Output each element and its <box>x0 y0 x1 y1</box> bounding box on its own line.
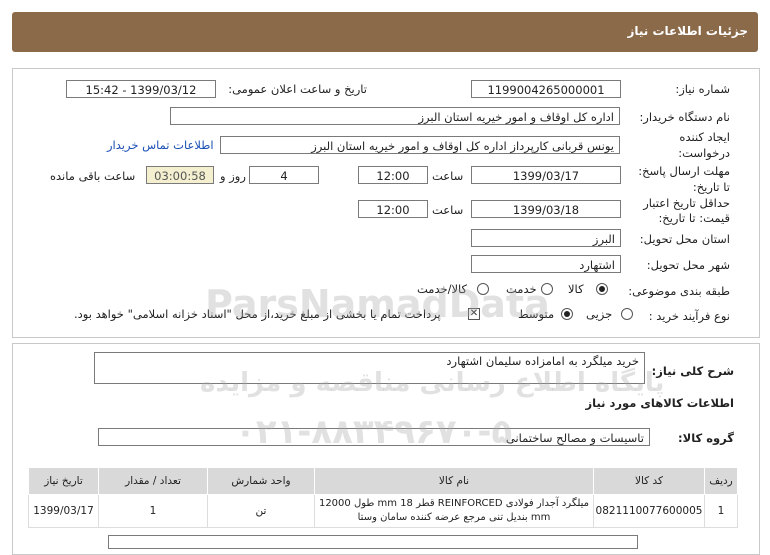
category-service-label: خدمت <box>506 282 537 296</box>
process-medium-label: متوسط <box>518 307 555 321</box>
deadline-date-field[interactable]: 1399/03/17 <box>471 166 621 184</box>
cell-unit: تن <box>207 494 315 528</box>
process-label: نوع فرآیند خرید : <box>648 309 730 323</box>
creator-field[interactable]: یونس قربانی کارپرداز اداره کل اوقاف و ام… <box>220 136 620 154</box>
category-service-radio[interactable] <box>541 283 553 295</box>
goods-table-header: ردیف کد کالا نام کالا واحد شمارش تعداد /… <box>28 467 738 495</box>
table-row[interactable]: 1 0821110077600005 میلگرد آجدار فولادی R… <box>28 494 738 528</box>
buyer-org-label: نام دستگاه خریدار: <box>639 110 730 124</box>
need-number-field[interactable]: 1199004265000001 <box>471 80 621 98</box>
goods-group-label: گروه کالا: <box>678 431 734 445</box>
col-date: تاریخ نیاز <box>28 467 99 495</box>
summary-label: شرح کلی نیاز: <box>651 364 734 378</box>
payment-note: پرداخت تمام یا بخشی از مبلغ خرید،از محل … <box>74 307 441 321</box>
days-field[interactable]: 4 <box>249 166 319 184</box>
col-row: ردیف <box>704 467 738 495</box>
days-label: روز و <box>220 169 246 183</box>
goods-table: ردیف کد کالا نام کالا واحد شمارش تعداد /… <box>28 467 738 528</box>
validity-time-field[interactable]: 12:00 <box>358 200 428 218</box>
description-field-partial[interactable] <box>108 535 638 549</box>
validity-label-2: قیمت: تا تاریخ: <box>658 211 730 225</box>
creator-label-2: درخواست: <box>678 146 730 160</box>
city-label: شهر محل تحویل: <box>646 258 730 272</box>
announce-field[interactable]: 1399/03/12 - 15:42 <box>66 80 216 98</box>
goods-info-title: اطلاعات کالاهای مورد نیاز <box>585 396 734 410</box>
cell-code: 0821110077600005 <box>593 494 705 528</box>
deadline-label-1: مهلت ارسال پاسخ: <box>638 164 730 178</box>
province-field[interactable]: البرز <box>471 229 621 247</box>
page-title: جزئیات اطلاعات نیاز <box>627 24 748 38</box>
remaining-time-field: 03:00:58 <box>146 166 214 184</box>
deadline-time-label: ساعت <box>432 169 464 183</box>
city-field[interactable]: اشتهارد <box>471 255 621 273</box>
col-qty: تعداد / مقدار <box>98 467 208 495</box>
deadline-time-field[interactable]: 12:00 <box>358 166 428 184</box>
cell-row: 1 <box>704 494 738 528</box>
process-minor-radio[interactable] <box>621 308 633 320</box>
category-label: طبقه بندی موضوعی: <box>628 284 730 298</box>
validity-date-field[interactable]: 1399/03/18 <box>471 200 621 218</box>
creator-label-1: ایجاد کننده <box>679 130 730 144</box>
cell-name-line2: mm بندیل تنی مرجع عرضه کننده سامان وستا <box>357 512 551 523</box>
process-medium-radio[interactable] <box>561 308 573 320</box>
col-unit: واحد شمارش <box>207 467 315 495</box>
category-goods-radio[interactable] <box>596 283 608 295</box>
category-goods-service-radio[interactable] <box>477 283 489 295</box>
cell-qty: 1 <box>98 494 208 528</box>
category-goods-service-label: کالا/خدمت <box>417 282 468 296</box>
goods-group-field[interactable]: تاسیسات و مصالح ساختمانی <box>98 428 650 446</box>
deadline-label-2: تا تاریخ: <box>692 180 730 194</box>
summary-field[interactable]: خرید میلگرد به امامزاده سلیمان اشتهارد <box>94 352 645 384</box>
page-header: جزئیات اطلاعات نیاز <box>12 12 758 52</box>
category-goods-label: کالا <box>568 282 584 296</box>
need-number-label: شماره نیاز: <box>675 82 730 96</box>
cell-date: 1399/03/17 <box>28 494 99 528</box>
cell-name-line1: میلگرد آجدار فولادی REINFORCED قطر 18 mm… <box>318 498 590 509</box>
col-code: کد کالا <box>593 467 705 495</box>
announce-label: تاریخ و ساعت اعلان عمومی: <box>228 82 367 96</box>
buyer-org-field[interactable]: اداره کل اوقاف و امور خیریه استان البرز <box>170 107 620 125</box>
process-minor-label: جزیی <box>586 307 613 321</box>
payment-checkbox[interactable]: ✕ <box>468 308 480 320</box>
buyer-contact-link[interactable]: اطلاعات تماس خریدار <box>107 138 214 152</box>
validity-label-1: حداقل تاریخ اعتبار <box>643 196 730 210</box>
remaining-label: ساعت باقی مانده <box>50 169 136 183</box>
province-label: استان محل تحویل: <box>639 232 730 246</box>
validity-time-label: ساعت <box>432 203 464 217</box>
cell-name: میلگرد آجدار فولادی REINFORCED قطر 18 mm… <box>314 494 594 528</box>
col-name: نام کالا <box>314 467 594 495</box>
